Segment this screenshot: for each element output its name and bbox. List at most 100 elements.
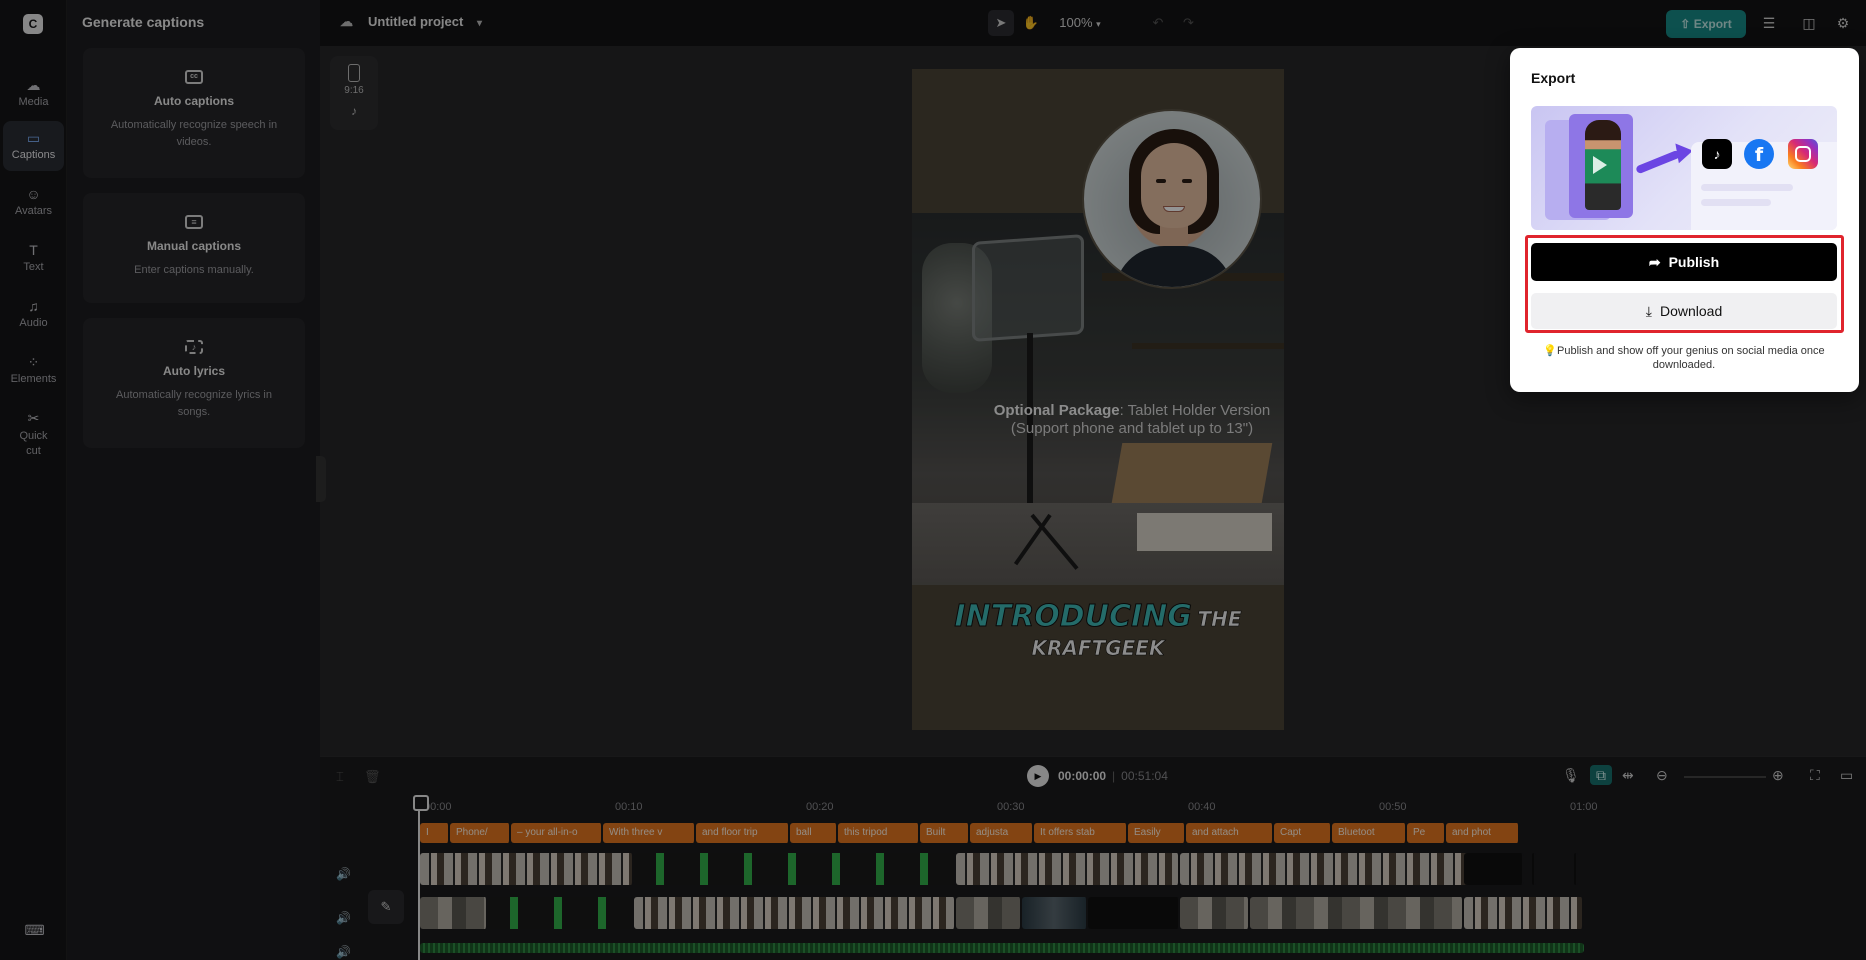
delete-icon[interactable]: 🗑 [364, 769, 381, 785]
rail-avatars[interactable]: ☺ Avatars [3, 177, 64, 227]
banner-line-shape-2 [1701, 199, 1771, 206]
caption-clip[interactable]: adjusta [970, 823, 1034, 843]
caption-clip[interactable]: ball [790, 823, 838, 843]
video-clip[interactable] [1574, 853, 1578, 885]
video-clip[interactable] [1250, 897, 1464, 929]
video-clip[interactable] [1532, 853, 1536, 885]
app-window: C ☁ Media ▭ Captions ☺ Avatars T Text ♫ … [0, 0, 1866, 960]
layers-icon[interactable]: ☰ [1758, 12, 1780, 34]
zoom-out-icon[interactable]: ⊖ [1656, 767, 1668, 784]
banner-line-shape [1701, 184, 1793, 191]
aspect-ratio-selector[interactable]: 9:16 ♪ [330, 56, 378, 130]
rail-media[interactable]: ☁ Media [3, 68, 64, 118]
video-clip[interactable] [634, 897, 956, 929]
export-button[interactable]: ⇧ Export [1666, 10, 1746, 38]
caption-clip[interactable]: Bluetoot [1332, 823, 1407, 843]
fit-icon[interactable]: ⛶ [1810, 767, 1820, 784]
caption-clip[interactable]: and floor trip [696, 823, 790, 843]
rail-text[interactable]: T Text [3, 233, 64, 283]
video-clip[interactable] [420, 853, 634, 885]
zoom-slider[interactable] [1684, 776, 1766, 778]
caption-clip[interactable]: Phone/ [450, 823, 511, 843]
caption-clip[interactable]: It offers stab [1034, 823, 1128, 843]
rail-captions[interactable]: ▭ Captions [3, 121, 64, 171]
caption-clip[interactable]: Built [920, 823, 970, 843]
video-clip[interactable] [1088, 897, 1180, 929]
intro-brand: KRAFTGEEK [1031, 636, 1165, 661]
package-caption[interactable]: Optional Package: Tablet Holder Version … [980, 402, 1284, 438]
microphone-icon[interactable]: 🎙 [1562, 767, 1580, 784]
track-volume-icon[interactable]: 🔊 [336, 867, 351, 881]
text-icon: T [29, 242, 38, 258]
rail-elements[interactable]: ⁘ Elements [3, 345, 64, 395]
pointer-tool-button[interactable]: ➤ [988, 10, 1014, 36]
video-clip[interactable] [634, 853, 956, 885]
video-clip[interactable] [956, 853, 1180, 885]
captions-icon: ▭ [26, 130, 41, 146]
hand-tool-button[interactable]: ✋ [1018, 10, 1044, 36]
play-button[interactable]: ▶ [1027, 765, 1049, 787]
auto-lyrics-card[interactable]: ♪ Auto lyrics Automatically recognize ly… [83, 318, 305, 448]
audio-icon: ♫ [28, 298, 39, 314]
presenter-avatar[interactable] [1082, 109, 1262, 289]
time-ruler[interactable]: 00:00 00:10 00:20 00:30 00:40 00:50 01:0… [420, 801, 1866, 815]
caption-clip[interactable]: Capt [1274, 823, 1332, 843]
project-menu[interactable]: ☁ Untitled project ▾ [340, 14, 482, 30]
track-volume-icon-2[interactable]: 🔊 [336, 911, 351, 925]
zoom-value: 100% [1059, 15, 1093, 30]
comment-icon[interactable]: ▭ [1840, 767, 1853, 784]
caption-clip[interactable]: – your all-in-o [511, 823, 603, 843]
elements-icon: ⁘ [27, 354, 40, 370]
quick-cut-icon: ✂ [27, 410, 40, 426]
split-view-icon[interactable]: ⇹ [1622, 767, 1634, 784]
video-preview[interactable]: Optional Package: Tablet Holder Version … [912, 69, 1284, 730]
auto-captions-title: Auto captions [154, 94, 234, 108]
manual-captions-card[interactable]: ≡ Manual captions Enter captions manuall… [83, 193, 305, 303]
video-clip[interactable] [956, 897, 1022, 929]
settings-icon[interactable]: ⚙ [1832, 12, 1854, 34]
video-clip[interactable] [1464, 897, 1584, 929]
caption-clip[interactable]: this tripod [838, 823, 920, 843]
caption-clip[interactable]: Pe [1407, 823, 1446, 843]
video-clip[interactable] [488, 897, 634, 929]
keyboard-icon: ⌨ [24, 922, 45, 938]
rail-avatars-label: Avatars [14, 205, 53, 217]
caption-clip[interactable]: and attach [1186, 823, 1274, 843]
banner-play-icon [1593, 156, 1607, 174]
current-time: 00:00:00 [1058, 769, 1107, 783]
tip-text: Publish and show off your genius on soci… [1557, 345, 1825, 371]
ruler-tick: 00:30 [997, 801, 1025, 813]
chevron-down-icon: ▾ [476, 18, 482, 29]
rail-keyboard[interactable]: ⌨ [3, 916, 64, 946]
left-rail: C ☁ Media ▭ Captions ☺ Avatars T Text ♫ … [0, 0, 67, 960]
video-clip[interactable] [1180, 897, 1250, 929]
video-clip[interactable] [420, 897, 488, 929]
undo-button[interactable]: ↶ [1145, 10, 1171, 36]
video-clip[interactable] [1180, 853, 1480, 885]
video-clip[interactable] [1022, 897, 1088, 929]
zoom-select[interactable]: 100% ▾ [1059, 10, 1100, 37]
auto-captions-card[interactable]: cc Auto captions Automatically recognize… [83, 48, 305, 178]
audio-waveform-track[interactable] [420, 943, 1584, 953]
caption-clip[interactable]: and phot [1446, 823, 1520, 843]
track-volume-icon-3[interactable]: 🔊 [336, 945, 351, 959]
media-icon: ☁ [26, 77, 41, 93]
video-clip[interactable] [1464, 853, 1524, 885]
timecode: 00:00:00 | 00:51:04 [1058, 769, 1168, 783]
intro-title[interactable]: INTRODUCING THE KRAFTGEEK [912, 599, 1284, 661]
zoom-in-icon[interactable]: ⊕ [1772, 767, 1784, 784]
edit-track-button[interactable]: ✎ [368, 890, 404, 924]
magnet-snap-icon[interactable]: ⧉ [1590, 765, 1612, 785]
auto-lyrics-title: Auto lyrics [162, 364, 225, 378]
caption-clip[interactable]: Easily [1128, 823, 1186, 843]
rail-audio[interactable]: ♫ Audio [3, 289, 64, 339]
playhead[interactable] [413, 795, 429, 960]
split-icon[interactable]: ⌶ [336, 769, 344, 785]
caption-clip[interactable]: With three v [603, 823, 696, 843]
panel-layout-icon[interactable]: ◫ [1798, 12, 1820, 34]
caption-clip[interactable]: I [420, 823, 450, 843]
redo-button[interactable]: ↷ [1175, 10, 1201, 36]
publish-tip: 💡Publish and show off your genius on soc… [1531, 344, 1837, 372]
panel-collapse-handle[interactable] [316, 456, 326, 502]
rail-quick-cut[interactable]: ✂ Quick cut [3, 401, 64, 463]
